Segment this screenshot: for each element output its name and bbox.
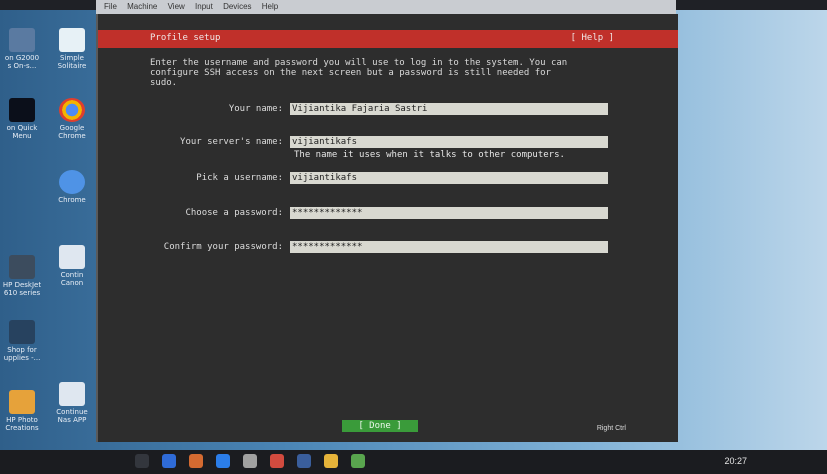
taskbar-item[interactable] (270, 454, 284, 468)
desktop-icon-g2000[interactable]: on G2000 s On-s... (2, 28, 42, 70)
desktop-icon-continue-nas[interactable]: Continue Nas APP (52, 382, 92, 424)
taskbar-item[interactable] (297, 454, 311, 468)
desktop-icon-chrome[interactable]: Chrome (52, 170, 92, 204)
desktop-icon-hp-deskjet[interactable]: HP DeskJet 610 series (2, 255, 42, 297)
desktop-icon-label: Shop for upplies -... (3, 346, 41, 362)
desktop-icon-continue-canon[interactable]: Contin Canon (52, 245, 92, 287)
menu-machine[interactable]: Machine (127, 2, 157, 11)
vm-status-bar: Right Ctrl (380, 425, 626, 435)
desktop-icon-label: on Quick Menu (6, 124, 38, 140)
server-name-label: Your server's name: (180, 137, 283, 147)
desktop-icon-label: Continue Nas APP (56, 408, 88, 424)
server-name-hint: The name it uses when it talks to other … (294, 150, 565, 160)
menu-input[interactable]: Input (195, 2, 213, 11)
desktop-icon-hp-photo[interactable]: HP Photo Creations (2, 390, 42, 432)
vm-menubar: File Machine View Input Devices Help (96, 0, 676, 14)
field-row-your-name: Your name: Vijiantika Fajaria Sastri (98, 103, 678, 117)
setup-icon (59, 245, 85, 269)
confirm-password-input[interactable]: ************* (290, 241, 608, 253)
menu-view[interactable]: View (168, 2, 185, 11)
help-button[interactable]: [ Help ] (571, 33, 614, 43)
taskbar: 20:27 (0, 450, 827, 474)
field-row-password: Choose a password: ************* (98, 207, 678, 221)
menu-file[interactable]: File (104, 2, 117, 11)
menu-devices[interactable]: Devices (223, 2, 251, 11)
clock: 20:27 (724, 456, 747, 466)
desktop-icon-label: Chrome (58, 196, 86, 204)
username-label: Pick a username: (196, 173, 283, 183)
desktop-icon-label: Simple Solitaire (57, 54, 87, 70)
photo-icon (9, 390, 35, 414)
taskbar-item[interactable] (243, 454, 257, 468)
installer-title-bar: Profile setup [ Help ] (98, 30, 678, 48)
password-input[interactable]: ************* (290, 207, 608, 219)
your-name-label: Your name: (228, 104, 283, 114)
printer-icon (9, 255, 35, 279)
chrome-icon (59, 98, 85, 122)
desktop-icon-simple-solitaire[interactable]: Simple Solitaire (52, 28, 92, 70)
desktop-icon-quick-menu[interactable]: on Quick Menu (2, 98, 42, 140)
desktop-icon-shop-supplies[interactable]: Shop for upplies -... (2, 320, 42, 362)
field-row-confirm-password: Confirm your password: ************* (98, 241, 678, 255)
taskbar-item[interactable] (324, 454, 338, 468)
canon-quick-menu-icon (9, 98, 35, 122)
taskbar-item[interactable] (351, 454, 365, 468)
field-row-username: Pick a username: vijiantikafs (98, 172, 678, 186)
host-key-label: Right Ctrl (596, 425, 626, 432)
shop-icon (9, 320, 35, 344)
desktop-icon-label: Google Chrome (58, 124, 86, 140)
your-name-input[interactable]: Vijiantika Fajaria Sastri (290, 103, 608, 115)
menu-help[interactable]: Help (262, 2, 278, 11)
desktop-icon-label: Contin Canon (60, 271, 84, 287)
desktop-icon-label: on G2000 s On-s... (4, 54, 40, 70)
printer-icon (9, 28, 35, 52)
taskbar-item[interactable] (216, 454, 230, 468)
page-title: Profile setup (150, 33, 221, 43)
taskbar-item[interactable] (135, 454, 149, 468)
taskbar-item[interactable] (162, 454, 176, 468)
desktop-icon-label: HP Photo Creations (5, 416, 39, 432)
username-input[interactable]: vijiantikafs (290, 172, 608, 184)
chrome-icon (59, 170, 85, 194)
password-label: Choose a password: (185, 208, 283, 218)
desktop-icon-label: HP DeskJet 610 series (2, 281, 42, 297)
vm-window: Profile setup [ Help ] Enter the usernam… (96, 14, 678, 442)
solitaire-icon (59, 28, 85, 52)
desktop-icon-google-chrome[interactable]: Google Chrome (52, 98, 92, 140)
field-row-server-name: Your server's name: vijiantikafs The nam… (98, 136, 678, 160)
setup-icon (59, 382, 85, 406)
intro-text: Enter the username and password you will… (150, 58, 568, 88)
confirm-password-label: Confirm your password: (163, 242, 283, 252)
taskbar-item[interactable] (189, 454, 203, 468)
server-name-input[interactable]: vijiantikafs (290, 136, 608, 148)
